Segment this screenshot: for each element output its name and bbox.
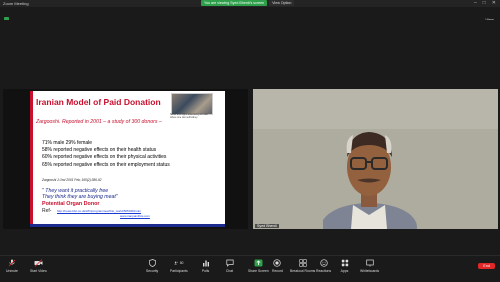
start-video-button[interactable]: Start Video [30,259,47,273]
share-banner: You are viewing Syed Bherdi's screen Vie… [201,0,295,6]
slide-link-site: www.iranpainthits.com [120,214,150,218]
record-label: Record [272,269,283,273]
polls-label: Polls [201,269,210,273]
slide-citation: Zargooshi J Urol 2001 Feb; 165(2):386-92 [42,178,102,182]
participant-video-tile[interactable]: Syed Bherdi [253,89,498,229]
minimize-icon[interactable]: – [474,0,477,7]
slide-link-bbc: http://news.bbc.co.uk/2/hi/programmes/th… [57,209,142,213]
window-controls: – □ ✕ [474,0,496,7]
slide-stat-line: 60% reported negative effects on their p… [42,154,167,161]
slide-title: Iranian Model of Paid Donation [36,97,161,107]
chat-icon [225,259,234,267]
meeting-toolbar: Unmute Start Video Security 80 Participa… [0,255,500,282]
participant-person [323,132,417,229]
slide-ref-label: Ref- [42,208,52,214]
presentation-slide: Iranian Model of Paid Donation Notes and… [30,91,225,227]
meeting-top-bar: View [0,7,500,23]
reactions-icon [319,259,328,267]
slide-stat-line: 71% male 29% female [42,140,93,146]
participants-label: Participants [170,269,188,273]
breakout-rooms-button[interactable]: Breakout Rooms [290,259,315,273]
slide-photo-caption: Notes and signs advertising for sale whe… [170,113,208,119]
slide-stats: 71% male 29% female 58% reported negativ… [42,140,170,169]
start-video-label: Start Video [30,269,47,273]
meeting-stage: Iranian Model of Paid Donation Notes and… [0,20,500,255]
slide-stat-line: 65% reported negative effects on their e… [42,161,170,168]
polls-button[interactable]: Polls [201,259,210,273]
slide-stat-line: 58% reported negative effects on their h… [42,147,157,154]
participant-name-tag: Syed Bherdi [255,224,279,228]
slide-photo [171,93,213,115]
unmute-label: Unmute [6,269,18,273]
end-meeting-button[interactable]: End [478,263,495,269]
window-title: Zoom Meeting [3,1,29,6]
reactions-label: Reactions [316,269,332,273]
whiteboards-label: Whiteboards [360,269,380,273]
chat-button[interactable]: Chat [225,259,234,273]
polls-icon [201,259,210,267]
maximize-icon[interactable]: □ [483,0,486,7]
whiteboards-button[interactable]: Whiteboards [360,259,379,273]
reactions-button[interactable]: Reactions [316,259,331,273]
security-button[interactable]: Security [146,259,158,273]
whiteboard-icon [365,259,374,267]
video-off-icon [34,259,43,267]
shared-screen-tile: Iranian Model of Paid Donation Notes and… [3,89,248,229]
slide-quote: " They want it practically free They thi… [42,188,118,201]
slide-subtitle: Zargooshi. Reported in 2001 – a study of… [36,119,162,125]
view-options-button[interactable]: View Option [269,0,295,6]
microphone-muted-icon [7,259,16,267]
record-button[interactable]: Record [272,259,283,273]
shield-icon [148,259,157,267]
share-screen-label: Share Screen [248,269,269,273]
apps-button[interactable]: Apps [340,259,349,273]
unmute-button[interactable]: Unmute [6,259,18,273]
participants-count: 80 [179,261,184,265]
apps-icon [340,259,349,267]
apps-label: Apps [340,269,349,273]
slide-potential-donor: Potential Organ Donor [42,201,100,207]
close-icon[interactable]: ✕ [492,0,496,7]
share-screen-icon [254,259,263,267]
participants-icon: 80 [174,259,183,267]
title-bar: Zoom Meeting You are viewing Syed Bherdi… [0,0,500,7]
breakout-rooms-icon [298,259,307,267]
slide-quote-line: They think they are buying meat" [42,194,118,201]
slide-accent-bar [30,91,33,227]
slide-bottom-bar [30,224,225,227]
breakout-rooms-label: Breakout Rooms [290,269,316,273]
participants-button[interactable]: 80 Participants [170,259,188,273]
record-icon [273,259,282,267]
share-screen-button[interactable]: Share Screen [248,259,269,273]
chat-label: Chat [225,269,234,273]
share-banner-message: You are viewing Syed Bherdi's screen [201,0,268,6]
security-label: Security [146,269,159,273]
